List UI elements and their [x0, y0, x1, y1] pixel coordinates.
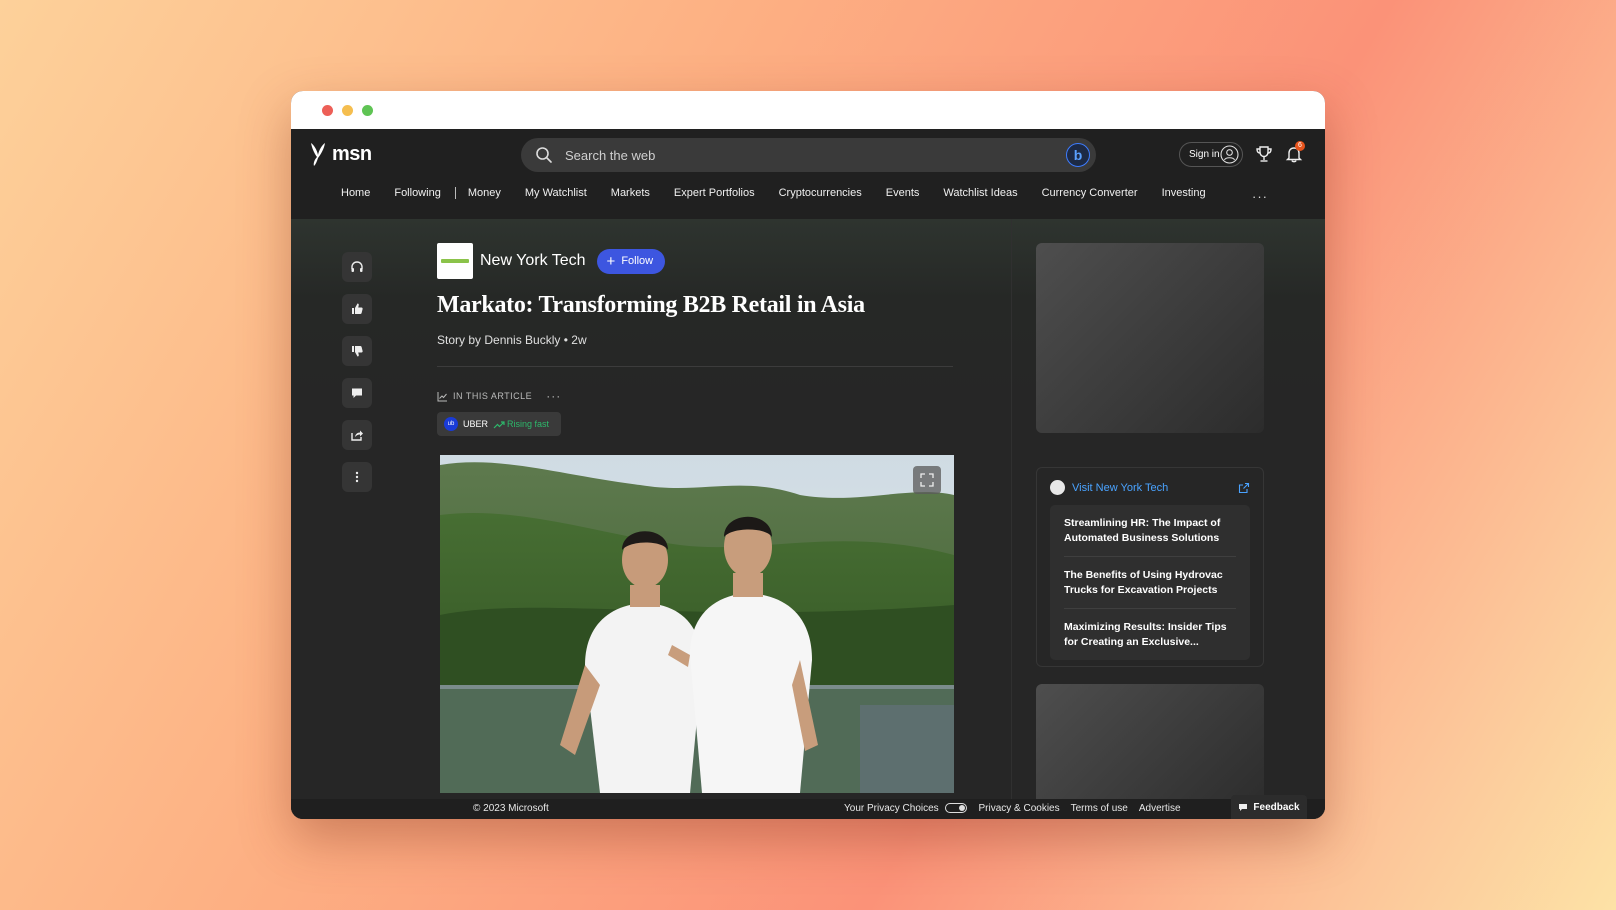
share-button[interactable] — [342, 420, 372, 450]
headphones-icon — [351, 261, 363, 272]
msn-header: msn b Sign in — [291, 129, 1325, 219]
article-photo[interactable] — [440, 455, 954, 793]
visit-publisher-card: Visit New York Tech Streamlining HR: The… — [1036, 467, 1264, 667]
related-story[interactable]: Streamlining HR: The Impact of Automated… — [1064, 505, 1236, 557]
nav-currency-converter[interactable]: Currency Converter — [1042, 187, 1138, 199]
nav-cryptocurrencies[interactable]: Cryptocurrencies — [779, 187, 862, 199]
close-window-button[interactable] — [322, 105, 333, 116]
divider — [437, 366, 953, 367]
dislike-button[interactable] — [342, 336, 372, 366]
footer-links: Your Privacy Choices Privacy & Cookies T… — [844, 803, 1181, 814]
minimize-window-button[interactable] — [342, 105, 353, 116]
in-article-more-button[interactable]: ··· — [546, 389, 561, 403]
publisher-name[interactable]: New York Tech — [480, 252, 586, 270]
like-button[interactable] — [342, 294, 372, 324]
nav-home[interactable]: Home — [341, 187, 370, 199]
action-rail — [342, 252, 372, 504]
feedback-icon — [1239, 803, 1248, 811]
fullscreen-button[interactable] — [913, 466, 941, 494]
follow-label: Follow — [621, 255, 654, 267]
nav-separator — [454, 187, 456, 199]
nav-events[interactable]: Events — [886, 187, 920, 199]
chart-icon — [437, 391, 447, 401]
ticker-trend: Rising fast — [493, 419, 549, 429]
search-icon — [536, 147, 552, 163]
nav-following[interactable]: Following — [394, 187, 440, 199]
comment-button[interactable] — [342, 378, 372, 408]
related-story[interactable]: Maximizing Results: Insider Tips for Cre… — [1064, 609, 1236, 660]
msn-butterfly-icon — [311, 143, 325, 166]
listen-button[interactable] — [342, 252, 372, 282]
byline: Story by Dennis Buckly • 2w — [437, 333, 937, 347]
user-avatar-icon — [1220, 145, 1239, 164]
share-icon — [351, 430, 363, 441]
top-nav: Home Following Money My Watchlist Market… — [341, 187, 1230, 199]
article-headline: Markato: Transforming B2B Retail in Asia — [437, 292, 865, 318]
title-bar — [291, 91, 1325, 129]
sign-in-label: Sign in — [1189, 149, 1220, 160]
trend-up-icon — [493, 420, 505, 428]
sidebar-divider — [1011, 219, 1012, 819]
publisher-mini-logo — [1050, 480, 1065, 495]
publisher-row: New York Tech + Follow — [437, 243, 937, 279]
msn-logo[interactable]: msn — [308, 141, 372, 167]
external-link-icon[interactable] — [1238, 482, 1250, 494]
plus-icon: + — [606, 252, 616, 270]
article-age: • 2w — [563, 333, 587, 347]
related-stories-list: Streamlining HR: The Impact of Automated… — [1050, 505, 1250, 660]
nav-expert-portfolios[interactable]: Expert Portfolios — [674, 187, 755, 199]
ticker-trend-label: Rising fast — [507, 419, 550, 429]
thumbs-up-icon — [352, 303, 363, 314]
nav-markets[interactable]: Markets — [611, 187, 650, 199]
logo-text: msn — [332, 142, 372, 165]
visit-header: Visit New York Tech — [1037, 468, 1263, 495]
privacy-choices-link[interactable]: Your Privacy Choices — [844, 803, 968, 814]
nav-more-button[interactable]: ··· — [1252, 189, 1268, 204]
notification-badge: 6 — [1295, 141, 1305, 151]
maximize-window-button[interactable] — [362, 105, 373, 116]
privacy-cookies-link[interactable]: Privacy & Cookies — [978, 803, 1059, 814]
ticker-chip[interactable]: ub UBER Rising fast — [437, 412, 562, 436]
search-input[interactable] — [565, 147, 1066, 163]
nav-investing[interactable]: Investing — [1162, 187, 1206, 199]
advertise-link[interactable]: Advertise — [1139, 803, 1181, 814]
in-this-article: IN THIS ARTICLE ··· — [437, 389, 937, 403]
privacy-choices-label: Your Privacy Choices — [844, 803, 939, 814]
privacy-toggle-icon — [945, 803, 968, 814]
rewards-trophy-icon[interactable] — [1255, 145, 1273, 163]
ad-placeholder-top[interactable] — [1036, 243, 1264, 433]
bing-chat-icon[interactable]: b — [1066, 143, 1090, 167]
copyright: © 2023 Microsoft — [473, 803, 549, 814]
feedback-button[interactable]: Feedback — [1231, 795, 1307, 819]
uber-logo-icon: ub — [444, 417, 458, 431]
author[interactable]: Story by Dennis Buckly — [437, 333, 560, 347]
browser-window: msn b Sign in — [291, 91, 1325, 819]
nav-watchlist-ideas[interactable]: Watchlist Ideas — [943, 187, 1017, 199]
search-bar[interactable]: b — [521, 138, 1096, 172]
follow-button[interactable]: + Follow — [596, 248, 666, 274]
sign-in-button[interactable]: Sign in — [1179, 142, 1243, 167]
article: New York Tech + Follow Markato: Transfor… — [437, 243, 953, 436]
terms-of-use-link[interactable]: Terms of use — [1071, 803, 1128, 814]
footer: © 2023 Microsoft Your Privacy Choices Pr… — [291, 795, 1325, 819]
comment-icon — [352, 388, 362, 398]
vertical-dots-icon — [355, 471, 359, 483]
nav-money[interactable]: Money — [468, 187, 501, 199]
related-story[interactable]: The Benefits of Using Hydrovac Trucks fo… — [1064, 557, 1236, 609]
ad-placeholder-bottom[interactable] — [1036, 684, 1264, 814]
thumbs-down-icon — [352, 346, 363, 357]
page-content: New York Tech + Follow Markato: Transfor… — [291, 219, 1325, 819]
feedback-label: Feedback — [1253, 801, 1300, 813]
ticker-symbol: UBER — [463, 419, 489, 429]
nav-my-watchlist[interactable]: My Watchlist — [525, 187, 587, 199]
visit-publisher-link[interactable]: Visit New York Tech — [1072, 482, 1168, 494]
more-options-button[interactable] — [342, 462, 372, 492]
in-this-article-label: IN THIS ARTICLE — [453, 391, 533, 401]
photo-image — [440, 455, 954, 793]
expand-icon — [920, 473, 934, 487]
publisher-logo[interactable] — [437, 243, 473, 279]
